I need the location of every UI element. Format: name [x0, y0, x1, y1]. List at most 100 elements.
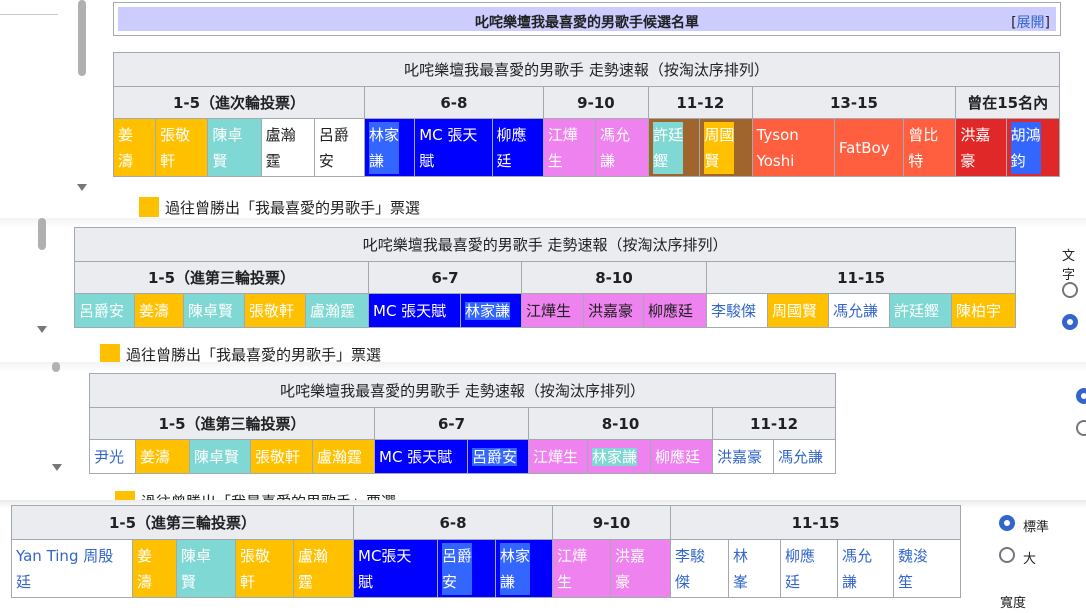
singer-cell[interactable]: 許廷鏗: [889, 293, 952, 328]
singer-cell[interactable]: MC 張天賦: [368, 293, 461, 328]
singer-cell[interactable]: 洪嘉 豪: [955, 118, 1007, 177]
singer-cell[interactable]: 周國賢: [767, 293, 829, 328]
rank-header: 13-15: [751, 86, 957, 119]
singer-cell[interactable]: 盧瀚 霆: [292, 539, 355, 598]
singer-cell[interactable]: 陳卓 賢: [176, 539, 236, 598]
singer-cell[interactable]: 周國 賢: [699, 118, 753, 177]
radio-option-selected[interactable]: [1062, 314, 1078, 330]
singer-cell[interactable]: 江燁生: [528, 439, 588, 474]
rank-header: 1-5（進第三輪投票）: [89, 407, 375, 440]
singer-cell[interactable]: 姜濤: [134, 293, 184, 328]
singer-cell[interactable]: 張敬軒: [244, 293, 306, 328]
rank-header: 1-5（進第三輪投票）: [10, 505, 355, 540]
singer-cell[interactable]: 馮允謙: [828, 293, 890, 328]
expand-link[interactable]: [展開]: [1011, 12, 1050, 32]
scroll-down-icon[interactable]: [52, 464, 62, 471]
singer-cell[interactable]: 林家謙: [460, 293, 522, 328]
singer-cell[interactable]: MC 張天 賦: [414, 118, 493, 177]
legend-swatch: [115, 491, 135, 500]
scroll-down-icon[interactable]: [77, 184, 87, 191]
radio-standard[interactable]: [999, 515, 1015, 531]
singer-cell[interactable]: 呂爵安: [74, 293, 135, 328]
legend-swatch: [100, 344, 120, 362]
singer-cell[interactable]: 江燁 生: [542, 118, 596, 177]
radio-option-selected[interactable]: [1076, 388, 1086, 404]
singer-cell[interactable]: 陳卓賢: [189, 439, 251, 474]
screenshot-section-3: 叱咤樂壇我最喜愛的男歌手 走勢速報（按淘汰序排列） 1-5（進第三輪投票） 6-…: [0, 362, 1086, 500]
ranking-table-3: 叱咤樂壇我最喜愛的男歌手 走勢速報（按淘汰序排列） 1-5（進第三輪投票） 6-…: [88, 373, 837, 474]
radio-option[interactable]: [1062, 282, 1078, 298]
singer-cell[interactable]: Tyson Yoshi: [751, 118, 835, 177]
singer-cell[interactable]: 李駿 傑: [670, 539, 730, 598]
rank-header: 1-5（進次輪投票）: [112, 86, 366, 119]
singer-cell[interactable]: 江燁 生: [552, 539, 612, 598]
singer-cell[interactable]: 張敬軒: [250, 439, 313, 474]
singer-cell[interactable]: 柳應 廷: [780, 539, 839, 598]
table-title: 叱咤樂壇我最喜愛的男歌手 走勢速報（按淘汰序排列）: [73, 227, 1017, 262]
singer-cell[interactable]: 馮允 謙: [837, 539, 895, 598]
rank-header: 11-12: [711, 407, 837, 440]
singer-cell[interactable]: MC張天 賦: [353, 539, 439, 598]
singer-cell[interactable]: Yan Ting 周殷 廷: [11, 539, 133, 598]
rank-header: 9-10: [542, 86, 650, 119]
singer-cell[interactable]: 林家 謙: [364, 118, 416, 177]
singer-cell[interactable]: 姜 濤: [112, 118, 157, 177]
ranking-table-4: 1-5（進第三輪投票） 6-8 9-10 11-15 Yan Ting 周殷 廷…: [10, 505, 962, 598]
radio-option[interactable]: [1076, 420, 1086, 436]
singer-cell[interactable]: 林家 謙: [495, 539, 554, 598]
screenshot-section-4: 1-5（進第三輪投票） 6-8 9-10 11-15 Yan Ting 周殷 廷…: [0, 500, 1086, 613]
singer-cell[interactable]: 洪嘉 豪: [610, 539, 672, 598]
singer-cell[interactable]: FatBoy: [833, 118, 905, 177]
singer-cell[interactable]: 柳應廷: [650, 439, 713, 474]
rank-header: 8-10: [528, 407, 713, 440]
rank-header: 6-8: [364, 86, 544, 119]
singer-cell[interactable]: MC 張天賦: [374, 439, 468, 474]
radio-large[interactable]: [999, 547, 1015, 563]
singer-cell[interactable]: 張敬 軒: [155, 118, 209, 177]
singer-cell[interactable]: 張敬 軒: [235, 539, 294, 598]
rank-header: 9-10: [552, 505, 672, 540]
singer-cell[interactable]: 許廷 鏗: [648, 118, 701, 177]
singer-cell[interactable]: 江燁生: [521, 293, 584, 328]
scrollbar-thumb[interactable]: [78, 0, 86, 76]
singer-cell[interactable]: 盧瀚霆: [305, 293, 369, 328]
singer-cell[interactable]: 陳卓賢: [183, 293, 245, 328]
singer-cell[interactable]: 姜濤: [135, 439, 190, 474]
singer-cell[interactable]: 姜 濤: [132, 539, 177, 598]
singer-cell[interactable]: 洪嘉豪: [712, 439, 774, 474]
singer-cell[interactable]: 胡鴻 鈞: [1005, 118, 1061, 177]
singer-cell[interactable]: 柳應廷: [643, 293, 707, 328]
singer-cell[interactable]: 呂爵 安: [437, 539, 497, 598]
singer-cell[interactable]: 林家謙: [587, 439, 651, 474]
rank-header: 11-12: [648, 86, 753, 119]
singer-cell[interactable]: 魏浚 笙: [893, 539, 962, 598]
singer-cell[interactable]: 呂爵安: [467, 439, 529, 474]
singer-cell[interactable]: 盧瀚霆: [312, 439, 375, 474]
singer-cell[interactable]: 盧瀚 霆: [260, 118, 315, 177]
scrollbar-thumb[interactable]: [38, 218, 46, 250]
rank-header: 6-7: [368, 261, 522, 294]
scroll-down-icon[interactable]: [37, 326, 47, 333]
singer-cell[interactable]: 尹光: [89, 439, 136, 474]
singer-cell[interactable]: 曾比 特: [903, 118, 957, 177]
singer-cell[interactable]: 馮允 謙: [594, 118, 650, 177]
singer-cell[interactable]: 林 峯: [728, 539, 782, 598]
singer-cell[interactable]: 洪嘉豪: [583, 293, 644, 328]
screenshot-section-1: 叱咤樂壇我最喜愛的男歌手候選名單 [展開] 叱咤樂壇我最喜愛的男歌手 走勢速報（…: [0, 0, 1086, 218]
singer-cell[interactable]: 馮允謙: [772, 439, 837, 474]
singer-cell[interactable]: 呂爵 安: [313, 118, 366, 177]
text-size-label: 文字: [1062, 249, 1076, 283]
singer-cell[interactable]: 陳柏宇: [950, 293, 1017, 328]
scrollbar-thumb[interactable]: [52, 362, 60, 372]
rank-header: 1-5（進第三輪投票）: [74, 261, 369, 294]
rank-header: 11-15: [670, 505, 962, 540]
ranking-table-2: 叱咤樂壇我最喜愛的男歌手 走勢速報（按淘汰序排列） 1-5（進第三輪投票） 6-…: [73, 227, 1017, 328]
singer-cell[interactable]: 李駿傑: [706, 293, 768, 328]
rank-header: 6-8: [353, 505, 554, 540]
singer-cell[interactable]: 柳應 廷: [491, 118, 544, 177]
legend-text: 過往曾勝出「我最喜愛的男歌手」票選: [141, 493, 396, 500]
legend: 過往曾勝出「我最喜愛的男歌手」票選: [100, 344, 381, 362]
radio-standard-label: 標準: [1023, 520, 1050, 535]
legend-text: 過往曾勝出「我最喜愛的男歌手」票選: [165, 199, 421, 217]
singer-cell[interactable]: 陳卓 賢: [207, 118, 262, 177]
